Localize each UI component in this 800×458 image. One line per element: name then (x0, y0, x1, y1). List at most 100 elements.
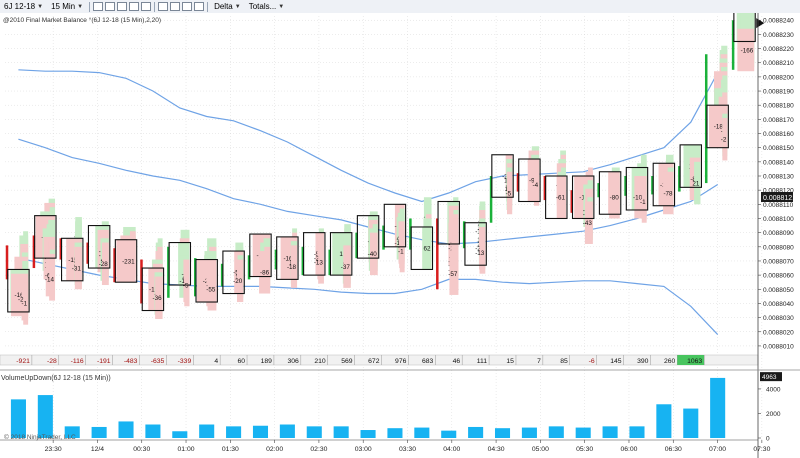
time-tick-label: 01:00 (178, 446, 195, 453)
volume-bar (656, 404, 672, 438)
delta-menu[interactable]: Delta ▼ (210, 1, 245, 13)
price-tick-label: 0.0088200 (763, 74, 794, 81)
bar-total: -116 (71, 358, 84, 365)
cell-value: 62 (424, 246, 432, 253)
time-tick-label: 07:30 (753, 446, 770, 453)
volume-bar (91, 426, 107, 438)
chart-canvas[interactable]: 25440-42-721-122149178-169-24-121-807137… (0, 13, 800, 458)
volume-bar (575, 427, 591, 438)
bar-total: 210 (314, 358, 326, 365)
cell-value: 21 (692, 180, 700, 187)
price-tick-label: 0.0088050 (763, 287, 794, 294)
price-tick-label: 0.0088080 (763, 244, 794, 251)
cell-value: -1 (640, 199, 646, 206)
delta-menu-label: Delta (214, 2, 233, 11)
cell-value: -13 (314, 260, 324, 267)
volume-tick-label: 2000 (766, 411, 781, 418)
bar-total: 390 (637, 358, 649, 365)
price-tick-label: 0.0088240 (763, 18, 794, 25)
chevron-down-icon: ▼ (37, 3, 44, 10)
price-tick-label: 0.0088190 (763, 89, 794, 96)
pencil-icon[interactable] (129, 2, 140, 11)
cell-value: -20 (233, 278, 243, 285)
volume-bar (360, 430, 376, 438)
cell-value: -57 (448, 271, 458, 278)
time-tick-label: 06:00 (620, 446, 637, 453)
volume-bar (118, 421, 134, 438)
bar-total: -191 (97, 358, 111, 365)
bar-total: 145 (610, 358, 622, 365)
volume-bar (521, 427, 537, 438)
time-tick-label: 00:30 (133, 446, 150, 453)
indicators-icon[interactable] (170, 2, 181, 11)
volume-bar (494, 428, 511, 438)
price-tick-label: 0.0088010 (763, 343, 794, 350)
bar-total: 1063 (687, 358, 702, 365)
bar-total: -921 (16, 358, 30, 365)
cell-value: -86 (260, 270, 270, 277)
price-tick-label: 0.0088140 (763, 159, 794, 166)
volume-bar (252, 425, 269, 438)
bar-total: 306 (287, 358, 299, 365)
cell-value: -231 (122, 258, 135, 265)
time-tick-label: 02:00 (266, 446, 283, 453)
volume-tick-label: 0 (766, 436, 770, 443)
cell-value: -31 (72, 265, 82, 272)
cell-value: -78 (663, 190, 673, 197)
properties-icon[interactable] (194, 2, 205, 11)
bar-total: 60 (237, 358, 245, 365)
bar-total: 85 (560, 358, 568, 365)
toolbar-divider (89, 1, 91, 12)
bar-total: 683 (422, 358, 434, 365)
time-tick-label: 12/4 (91, 446, 104, 453)
crosshair-icon[interactable] (105, 2, 116, 11)
volume-bar (710, 377, 726, 438)
interval-selector[interactable]: 15 Min ▼ (47, 1, 87, 13)
price-tick-label: 0.0088110 (763, 202, 794, 209)
interval-label: 15 Min (51, 2, 76, 11)
copyright-text: © 2018 NinjaTrader, LLC (4, 433, 76, 441)
draw-tool-icon[interactable] (141, 2, 152, 11)
last-price-label: 0.0088121 (763, 195, 796, 202)
cell-value: -1 (398, 248, 404, 255)
price-tick-label: 0.0088220 (763, 46, 794, 53)
volume-bar (602, 426, 618, 438)
price-tick-label: 0.0088230 (763, 32, 794, 39)
volume-bar (333, 426, 349, 438)
totals-menu[interactable]: Totals... ▼ (245, 1, 289, 13)
volume-bar (279, 424, 295, 438)
volume-bar (199, 424, 215, 438)
bar-total: -339 (178, 358, 192, 365)
volume-bar (629, 426, 645, 438)
bar-total: 15 (506, 358, 514, 365)
price-tick-label: 0.0088090 (763, 230, 794, 237)
zoom-icon[interactable] (117, 2, 128, 11)
toolbar-divider (207, 1, 209, 12)
bar-total: 569 (341, 358, 353, 365)
cell-value: -36 (152, 295, 162, 302)
bar-total: -635 (151, 358, 165, 365)
time-tick-label: 05:00 (532, 446, 549, 453)
cell-value: -40 (368, 251, 378, 258)
totals-menu-label: Totals... (248, 2, 277, 11)
cell-value: -4 (532, 182, 538, 189)
cell-value: -166 (741, 47, 754, 54)
strategies-icon[interactable] (182, 2, 193, 11)
volume-bar (37, 395, 53, 438)
volume-bar (414, 427, 430, 438)
volume-bar (145, 424, 161, 438)
price-tick-label: 0.0088060 (763, 273, 794, 280)
cell-value: -37 (341, 264, 351, 271)
cell-value: -1 (22, 301, 28, 308)
cursor-icon[interactable] (93, 2, 104, 11)
volume-bar (441, 430, 457, 438)
volume-bar (226, 426, 242, 438)
price-tick-label: 0.0088130 (763, 174, 794, 181)
instrument-selector[interactable]: 6J 12-18 ▼ (0, 1, 47, 13)
price-tick-label: 0.0088020 (763, 329, 794, 336)
time-tick-label: 02:30 (310, 446, 327, 453)
bar-total: 46 (453, 358, 461, 365)
chevron-down-icon: ▼ (77, 3, 84, 10)
chart-style-icon[interactable] (158, 2, 169, 11)
bar-total: 4 (214, 358, 218, 365)
